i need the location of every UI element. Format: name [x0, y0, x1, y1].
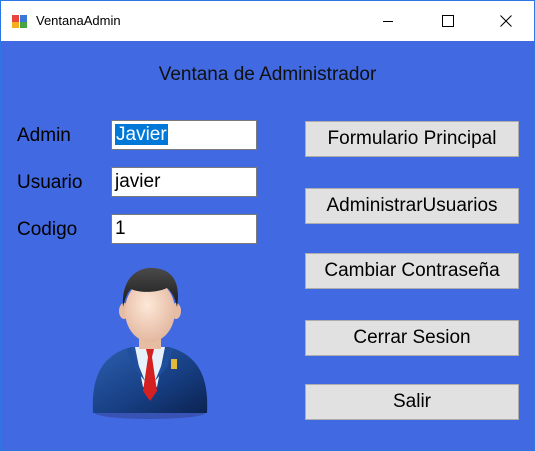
- salir-button[interactable]: Salir: [305, 384, 519, 420]
- maximize-icon: [442, 15, 454, 27]
- minimize-button[interactable]: [365, 1, 411, 41]
- usuario-field[interactable]: javier: [111, 167, 257, 197]
- page-title: Ventana de Administrador: [158, 64, 377, 85]
- codigo-field-value: 1: [115, 218, 126, 239]
- window-title: VentanaAdmin: [36, 13, 121, 28]
- forms-app-icon: [12, 15, 27, 28]
- usuario-field-value: javier: [115, 171, 161, 192]
- codigo-label: Codigo: [17, 219, 78, 240]
- minimize-icon: [383, 21, 393, 22]
- close-button[interactable]: [483, 1, 529, 41]
- usuario-label: Usuario: [17, 172, 83, 193]
- close-icon: [500, 15, 512, 27]
- codigo-field[interactable]: 1: [111, 214, 257, 244]
- cerrar-sesion-button[interactable]: Cerrar Sesion: [305, 320, 519, 356]
- administrar-usuarios-button[interactable]: AdministrarUsuarios: [305, 188, 519, 224]
- maximize-button[interactable]: [425, 1, 471, 41]
- cambiar-contrasena-button[interactable]: Cambiar Contraseña: [305, 253, 519, 289]
- admin-field[interactable]: Javier: [111, 120, 257, 150]
- title-bar[interactable]: VentanaAdmin: [1, 1, 534, 41]
- main-window: VentanaAdmin Ventana de Administrador Ad…: [0, 0, 535, 451]
- formulario-principal-button[interactable]: Formulario Principal: [305, 121, 519, 157]
- admin-user-avatar: [92, 267, 208, 419]
- admin-label: Admin: [17, 125, 71, 146]
- admin-field-value: Javier: [115, 124, 168, 145]
